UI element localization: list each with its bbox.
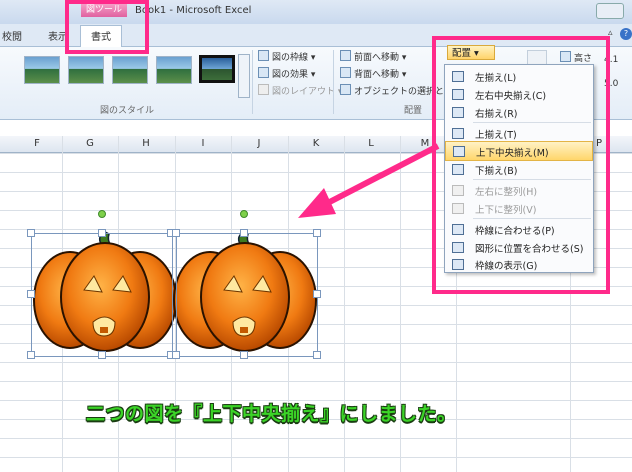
resize-handle[interactable] [172, 351, 180, 359]
resize-handle[interactable] [27, 290, 35, 298]
resize-handle[interactable] [313, 290, 321, 298]
resize-handle[interactable] [313, 229, 321, 237]
resize-handle[interactable] [172, 229, 180, 237]
selection-box-right[interactable] [176, 233, 318, 357]
resize-handle[interactable] [98, 229, 106, 237]
pointer-arrow [298, 143, 440, 218]
caption-text: 二つの図を『上下中央揃え』にしました。 [86, 403, 457, 425]
resize-handle[interactable] [27, 351, 35, 359]
rotate-handle-left[interactable] [98, 210, 106, 218]
highlight-align-menu [432, 36, 610, 294]
resize-handle[interactable] [240, 229, 248, 237]
resize-handle[interactable] [240, 351, 248, 359]
selection-box-left[interactable] [31, 233, 173, 357]
resize-handle[interactable] [27, 229, 35, 237]
rotate-handle-right[interactable] [240, 210, 248, 218]
resize-handle[interactable] [313, 351, 321, 359]
highlight-format-tab [65, 0, 149, 54]
resize-handle[interactable] [98, 351, 106, 359]
